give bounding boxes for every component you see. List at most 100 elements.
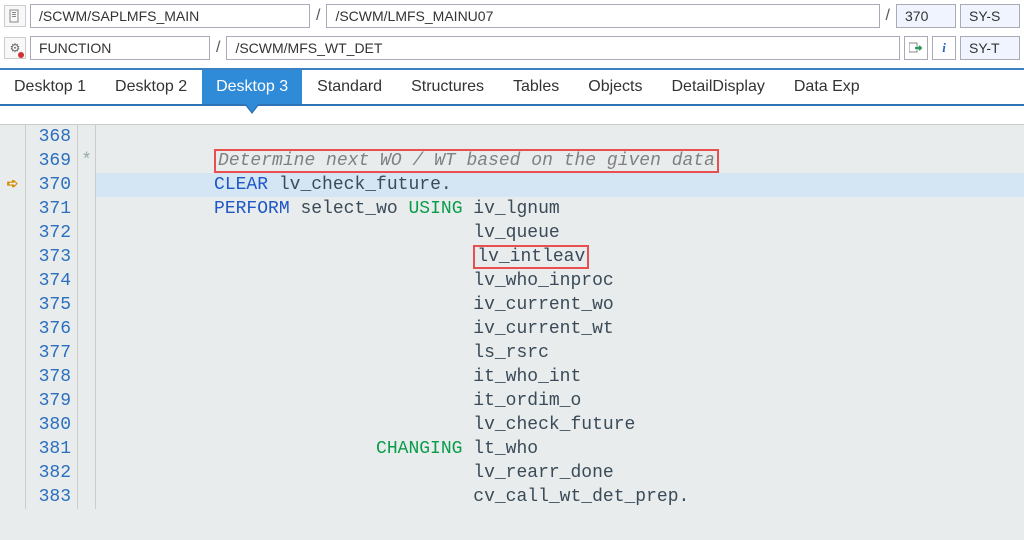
- tab-objects[interactable]: Objects: [573, 70, 656, 104]
- marker-gutter: [78, 245, 96, 269]
- line-number: 378: [26, 365, 78, 389]
- current-line-arrow-icon: ➪: [7, 173, 19, 197]
- code-text[interactable]: it_ordim_o: [96, 389, 1024, 413]
- line-number: 381: [26, 437, 78, 461]
- info-icon[interactable]: i: [932, 36, 956, 60]
- line-number: 377: [26, 341, 78, 365]
- marker-gutter: [78, 461, 96, 485]
- code-text[interactable]: CHANGING lt_who: [96, 437, 1024, 461]
- marker-gutter: [78, 485, 96, 509]
- sy-field-2[interactable]: SY-T: [960, 36, 1020, 60]
- breakpoint-gutter[interactable]: [0, 245, 26, 269]
- breakpoint-gutter[interactable]: [0, 389, 26, 413]
- code-text[interactable]: [96, 125, 1024, 149]
- code-line[interactable]: 380 lv_check_future: [0, 413, 1024, 437]
- code-text[interactable]: Determine next WO / WT based on the give…: [96, 149, 1024, 173]
- code-line[interactable]: 368: [0, 125, 1024, 149]
- breakpoint-gutter[interactable]: [0, 317, 26, 341]
- code-line[interactable]: 369* Determine next WO / WT based on the…: [0, 149, 1024, 173]
- marker-gutter: [78, 365, 96, 389]
- object-type-field[interactable]: FUNCTION: [30, 36, 210, 60]
- breakpoint-gutter[interactable]: [0, 197, 26, 221]
- code-text[interactable]: PERFORM select_wo USING iv_lgnum: [96, 197, 1024, 221]
- code-text[interactable]: CLEAR lv_check_future.: [96, 173, 1024, 197]
- code-line[interactable]: 371 PERFORM select_wo USING iv_lgnum: [0, 197, 1024, 221]
- code-text[interactable]: ls_rsrc: [96, 341, 1024, 365]
- breakpoint-gutter[interactable]: ➪: [0, 173, 26, 197]
- breakpoint-gutter[interactable]: [0, 125, 26, 149]
- object-name-field[interactable]: /SCWM/MFS_WT_DET: [226, 36, 900, 60]
- code-text[interactable]: iv_current_wt: [96, 317, 1024, 341]
- code-area[interactable]: 368369* Determine next WO / WT based on …: [0, 125, 1024, 540]
- tab-desktop-3[interactable]: Desktop 3: [201, 70, 302, 104]
- code-line[interactable]: ➪ 370 CLEAR lv_check_future.: [0, 173, 1024, 197]
- code-line[interactable]: 377 ls_rsrc: [0, 341, 1024, 365]
- code-line[interactable]: 376 iv_current_wt: [0, 317, 1024, 341]
- tab-standard[interactable]: Standard: [302, 70, 396, 104]
- line-number: 370: [26, 173, 78, 197]
- code-line[interactable]: 373 lv_intleav: [0, 245, 1024, 269]
- breakpoint-gutter[interactable]: [0, 485, 26, 509]
- line-number: 371: [26, 197, 78, 221]
- line-number: 374: [26, 269, 78, 293]
- code-text[interactable]: lv_intleav: [96, 245, 1024, 269]
- breakpoint-gutter[interactable]: [0, 149, 26, 173]
- line-number: 373: [26, 245, 78, 269]
- breakpoint-gutter[interactable]: [0, 221, 26, 245]
- code-line[interactable]: 375 iv_current_wo: [0, 293, 1024, 317]
- marker-gutter: [78, 269, 96, 293]
- toolbar-object: ⚙ FUNCTION / /SCWM/MFS_WT_DET i SY-T: [0, 32, 1024, 64]
- line-number: 368: [26, 125, 78, 149]
- marker-gutter: *: [78, 149, 96, 173]
- document-icon[interactable]: [4, 5, 26, 27]
- sy-field-1[interactable]: SY-S: [960, 4, 1020, 28]
- marker-gutter: [78, 197, 96, 221]
- tab-structures[interactable]: Structures: [396, 70, 498, 104]
- breakpoint-gutter[interactable]: [0, 293, 26, 317]
- line-number: 372: [26, 221, 78, 245]
- breakpoint-gutter[interactable]: [0, 437, 26, 461]
- code-line[interactable]: 379 it_ordim_o: [0, 389, 1024, 413]
- code-line[interactable]: 372 lv_queue: [0, 221, 1024, 245]
- breakpoint-gutter[interactable]: [0, 461, 26, 485]
- marker-gutter: [78, 221, 96, 245]
- code-line[interactable]: 374 lv_who_inproc: [0, 269, 1024, 293]
- code-text[interactable]: lv_check_future: [96, 413, 1024, 437]
- marker-gutter: [78, 125, 96, 149]
- code-line[interactable]: 383 cv_call_wt_det_prep.: [0, 485, 1024, 509]
- code-line[interactable]: 382 lv_rearr_done: [0, 461, 1024, 485]
- breakpoint-gutter[interactable]: [0, 341, 26, 365]
- line-number: 382: [26, 461, 78, 485]
- code-line[interactable]: 381 CHANGING lt_who: [0, 437, 1024, 461]
- gear-icon[interactable]: ⚙: [4, 37, 26, 59]
- tab-data-exp[interactable]: Data Exp: [779, 70, 874, 104]
- tab-detaildisplay[interactable]: DetailDisplay: [657, 70, 779, 104]
- breakpoint-gutter[interactable]: [0, 269, 26, 293]
- line-number: 380: [26, 413, 78, 437]
- program-path-field[interactable]: /SCWM/SAPLMFS_MAIN: [30, 4, 310, 28]
- line-number: 376: [26, 317, 78, 341]
- tab-tables[interactable]: Tables: [498, 70, 573, 104]
- code-text[interactable]: cv_call_wt_det_prep.: [96, 485, 1024, 509]
- code-text[interactable]: lv_queue: [96, 221, 1024, 245]
- marker-gutter: [78, 293, 96, 317]
- separator: /: [884, 7, 892, 25]
- toolbar-navigation: /SCWM/SAPLMFS_MAIN / /SCWM/LMFS_MAINU07 …: [0, 0, 1024, 32]
- tab-desktop-2[interactable]: Desktop 2: [100, 70, 201, 104]
- goto-icon[interactable]: [904, 36, 928, 60]
- code-text[interactable]: it_who_int: [96, 365, 1024, 389]
- desktop-tabstrip: Desktop 1Desktop 2Desktop 3StandardStruc…: [0, 68, 1024, 106]
- include-path-field[interactable]: /SCWM/LMFS_MAINU07: [326, 4, 879, 28]
- abap-editor: 368369* Determine next WO / WT based on …: [0, 124, 1024, 540]
- marker-gutter: [78, 437, 96, 461]
- marker-gutter: [78, 173, 96, 197]
- code-text[interactable]: lv_rearr_done: [96, 461, 1024, 485]
- line-number: 379: [26, 389, 78, 413]
- code-text[interactable]: iv_current_wo: [96, 293, 1024, 317]
- breakpoint-gutter[interactable]: [0, 365, 26, 389]
- line-number-field[interactable]: 370: [896, 4, 956, 28]
- tab-desktop-1[interactable]: Desktop 1: [0, 70, 100, 104]
- code-text[interactable]: lv_who_inproc: [96, 269, 1024, 293]
- breakpoint-gutter[interactable]: [0, 413, 26, 437]
- code-line[interactable]: 378 it_who_int: [0, 365, 1024, 389]
